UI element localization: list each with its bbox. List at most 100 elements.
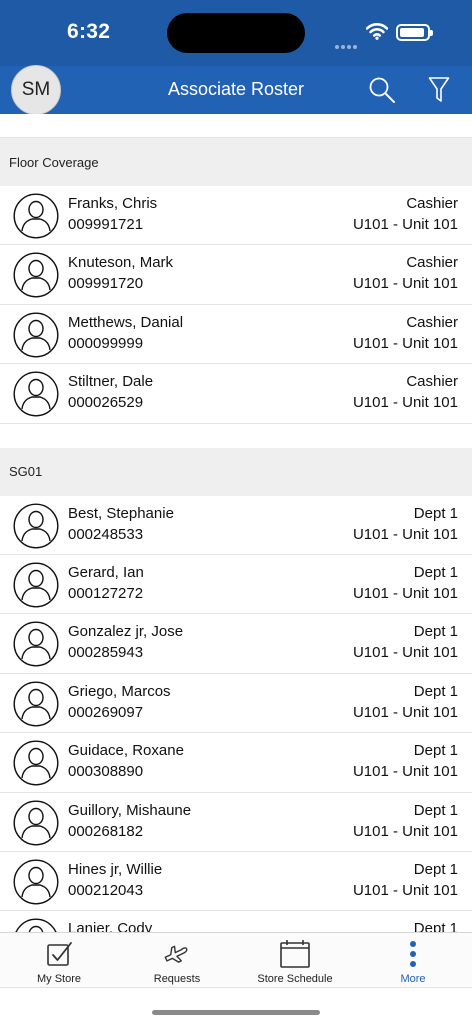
associate-unit: U101 - Unit 101	[352, 881, 458, 899]
associate-row[interactable]: Guillory, Mishaune 000268182 Dept 1 U101…	[0, 792, 472, 852]
filter-icon[interactable]	[428, 76, 450, 104]
person-avatar-icon	[13, 312, 59, 358]
associate-name: Metthews, Danial	[68, 313, 184, 331]
airplane-icon	[164, 945, 188, 963]
associate-role: Dept 1	[413, 860, 458, 878]
associate-role: Dept 1	[413, 623, 458, 641]
associate-name: Guidace, Roxane	[68, 742, 184, 760]
associate-id: 000308890	[68, 763, 144, 781]
associate-unit: U101 - Unit 101	[352, 216, 458, 233]
associate-unit: U101 - Unit 101	[352, 644, 458, 662]
roster-sections: Floor Coverage Franks, Chris 009991721 C…	[0, 138, 472, 932]
associate-unit: U101 - Unit 101	[352, 763, 458, 781]
associate-role: Dept 1	[413, 742, 458, 760]
associate-id: 000268182	[68, 822, 144, 840]
tab-requests-label: Requests	[153, 973, 201, 985]
associate-name: Gonzalez jr, Jose	[68, 623, 184, 641]
nav-bar: SM Associate Roster	[0, 65, 472, 115]
associate-row[interactable]: Lanier, Cody Dept 1	[0, 911, 472, 932]
tab-store-schedule-label: Store Schedule	[257, 973, 333, 985]
associate-name: Hines jr, Willie	[68, 860, 163, 878]
associate-row[interactable]: Guidace, Roxane 000308890 Dept 1 U101 - …	[0, 733, 472, 793]
associate-role: Dept 1	[413, 920, 458, 932]
associate-id: 009991721	[68, 216, 144, 233]
associate-id: 000026529	[68, 394, 144, 412]
associate-name: Stiltner, Dale	[68, 373, 154, 391]
tab-more-label: More	[400, 973, 426, 985]
associate-role: Dept 1	[413, 682, 458, 700]
associate-id: 000212043	[68, 881, 144, 899]
associate-row[interactable]: Gonzalez jr, Jose 000285943 Dept 1 U101 …	[0, 614, 472, 674]
associate-id: 000127272	[68, 584, 144, 602]
tab-bar: My Store Requests Store Schedule More	[0, 932, 472, 988]
checkbox-icon	[47, 942, 72, 966]
associate-unit: U101 - Unit 101	[352, 275, 458, 293]
associate-unit: U101 - Unit 101	[352, 822, 458, 840]
search-icon[interactable]	[368, 76, 396, 104]
tab-my-store[interactable]: My Store	[12, 933, 106, 989]
person-avatar-icon	[13, 681, 59, 727]
associate-row[interactable]: Griego, Marcos 000269097 Dept 1 U101 - U…	[0, 673, 472, 734]
associate-role: Cashier	[406, 313, 458, 331]
associate-name: Guillory, Mishaune	[68, 801, 192, 819]
vertical-dots-icon	[410, 941, 416, 967]
section-header: Floor Coverage	[0, 138, 472, 186]
person-avatar-icon	[13, 621, 59, 667]
associate-name: Best, Stephanie	[68, 504, 174, 522]
status-bar: 6:32	[0, 0, 472, 66]
person-avatar-icon	[13, 371, 59, 417]
associate-row[interactable]: Franks, Chris 009991721 Cashier U101 - U…	[0, 186, 472, 246]
associate-unit: U101 - Unit 101	[352, 525, 458, 543]
associate-row[interactable]: Gerard, Ian 000127272 Dept 1 U101 - Unit…	[0, 554, 472, 615]
associate-unit: U101 - Unit 101	[352, 394, 458, 412]
person-avatar-icon	[15, 918, 57, 932]
associate-unit: U101 - Unit 101	[352, 703, 458, 721]
associate-role: Cashier	[406, 195, 458, 212]
list-top-spacer	[0, 114, 472, 138]
person-avatar-icon	[13, 740, 59, 786]
tab-more[interactable]: More	[366, 933, 460, 989]
associate-row[interactable]: Metthews, Danial 000099999 Cashier U101 …	[0, 304, 472, 365]
status-time: 6:32	[67, 20, 111, 43]
person-avatar-icon	[13, 562, 59, 608]
associate-list[interactable]: Floor Coverage Franks, Chris 009991721 C…	[0, 114, 472, 932]
associate-role: Dept 1	[413, 563, 458, 581]
associate-unit: U101 - Unit 101	[352, 334, 458, 352]
home-indicator-area	[0, 988, 472, 1024]
tab-my-store-label: My Store	[36, 973, 81, 985]
associate-role: Dept 1	[413, 504, 458, 522]
person-avatar-icon	[13, 503, 59, 549]
tab-requests[interactable]: Requests	[130, 933, 224, 989]
associate-row[interactable]: Hines jr, Willie 000212043 Dept 1 U101 -…	[0, 851, 472, 912]
associate-id: 000269097	[68, 703, 144, 721]
associate-id: 000248533	[68, 525, 144, 543]
person-avatar-icon	[13, 859, 59, 905]
associate-name: Lanier, Cody	[68, 920, 153, 932]
associate-role: Cashier	[406, 254, 458, 272]
associate-row[interactable]: Stiltner, Dale 000026529 Cashier U101 - …	[0, 364, 472, 424]
dynamic-island	[167, 13, 305, 53]
user-avatar[interactable]: SM	[11, 65, 61, 115]
associate-name: Knuteson, Mark	[68, 254, 174, 272]
calendar-icon	[280, 940, 310, 968]
person-avatar-icon	[13, 193, 59, 239]
home-indicator[interactable]	[152, 1010, 320, 1015]
associate-name: Griego, Marcos	[68, 682, 171, 700]
associate-row[interactable]: Knuteson, Mark 009991720 Cashier U101 - …	[0, 245, 472, 305]
page-title: Associate Roster	[167, 79, 305, 99]
battery-icon	[396, 24, 433, 41]
associate-row[interactable]: Best, Stephanie 000248533 Dept 1 U101 - …	[0, 495, 472, 555]
associate-id: 009991720	[68, 275, 144, 293]
associate-id: 000285943	[68, 644, 144, 662]
associate-name: Gerard, Ian	[68, 563, 144, 581]
person-avatar-icon	[13, 252, 59, 298]
associate-role: Cashier	[406, 373, 458, 391]
section-header: SG01	[0, 447, 472, 496]
wifi-icon	[366, 23, 388, 40]
associate-name: Franks, Chris	[68, 195, 158, 212]
person-avatar-icon	[13, 800, 59, 846]
tab-store-schedule[interactable]: Store Schedule	[248, 933, 342, 989]
section-gap	[0, 423, 472, 448]
associate-unit: U101 - Unit 101	[352, 584, 458, 602]
associate-role: Dept 1	[413, 801, 458, 819]
